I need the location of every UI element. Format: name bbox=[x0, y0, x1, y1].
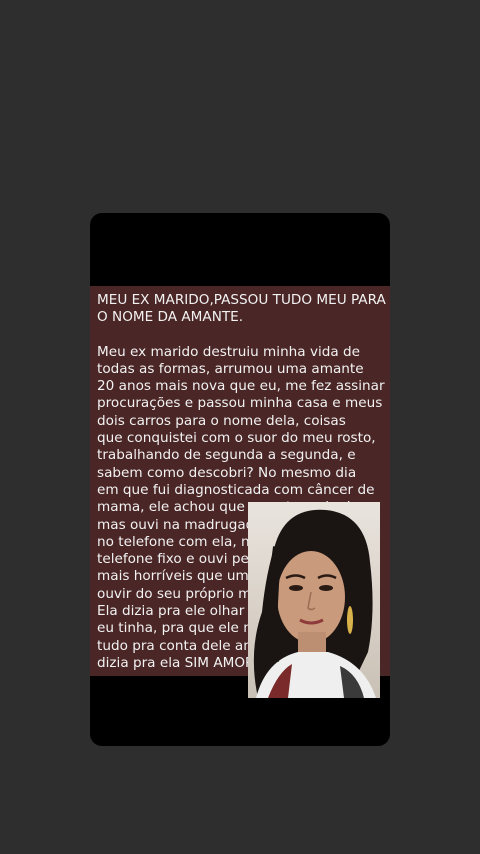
speaker-video-overlay[interactable] bbox=[248, 502, 380, 698]
story-card: MEU EX MARIDO,PASSOU TUDO MEU PARA O NOM… bbox=[90, 213, 390, 746]
post-headline: MEU EX MARIDO,PASSOU TUDO MEU PARA O NOM… bbox=[97, 292, 386, 326]
woman-portrait-icon bbox=[253, 509, 376, 698]
